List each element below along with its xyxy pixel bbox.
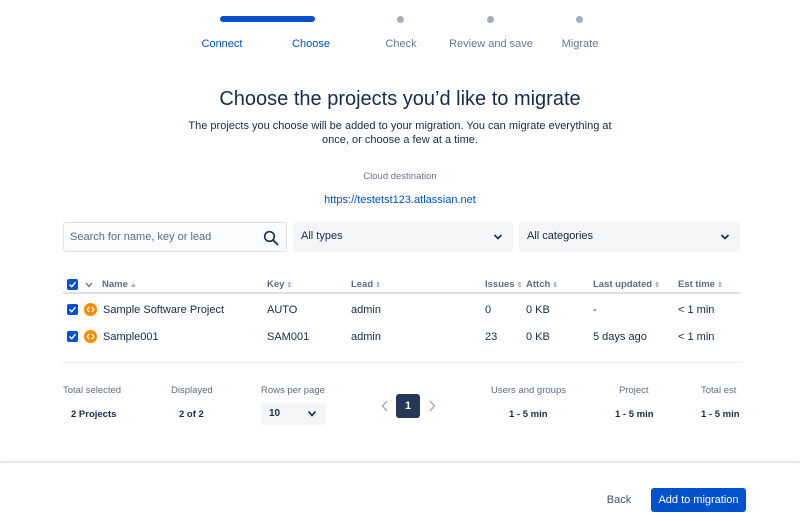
- row-checkbox[interactable]: [67, 331, 78, 342]
- column-header-issues[interactable]: Issues ⇕: [485, 279, 522, 290]
- project-avatar-icon: [84, 330, 97, 343]
- users-groups-value: 1 - 5 min: [509, 409, 548, 420]
- cloud-destination-label: Cloud destination: [363, 171, 437, 182]
- chevron-down-icon: [720, 234, 730, 240]
- chevron-down-icon: [493, 234, 503, 240]
- table-row: Sample Software Project AUTO admin 0 0 K…: [63, 296, 740, 324]
- table-row: Sample001 SAM001 admin 23 0 KB 5 days ag…: [63, 323, 740, 351]
- type-select[interactable]: All types: [293, 222, 513, 252]
- check-icon: [68, 333, 77, 340]
- step-dot-migrate: [576, 16, 583, 23]
- column-header-name[interactable]: Name ▲: [102, 279, 137, 290]
- project-key: AUTO: [267, 304, 298, 316]
- project-key: SAM001: [267, 331, 310, 343]
- step-dot-check: [397, 16, 404, 23]
- search-box[interactable]: [63, 222, 287, 252]
- chevron-left-icon[interactable]: [378, 398, 392, 414]
- search-icon[interactable]: [263, 230, 279, 246]
- step-dot-review: [487, 16, 494, 23]
- table-header: Name ▲ Key ⇕ Lead ⇕ Issues ⇕ Attch ⇕ Last upd…: [63, 276, 740, 294]
- rows-per-page-label: Rows per page: [261, 385, 325, 396]
- footer-bar: Back Add to migration: [0, 462, 800, 521]
- project-name: Sample001: [103, 331, 159, 343]
- step-review-and-save: Review and save: [449, 38, 533, 50]
- users-groups-label: Users and groups: [491, 385, 566, 396]
- total-est-label: Total est: [701, 385, 737, 396]
- page-title: Choose the projects you’d like to migrat…: [219, 88, 581, 110]
- cloud-destination-url[interactable]: https://testetst123.atlassian.net: [0, 194, 800, 206]
- category-select[interactable]: All categories: [519, 222, 740, 252]
- add-to-migration-button[interactable]: Add to migration: [651, 488, 746, 512]
- sort-icon: ⇕: [654, 282, 660, 289]
- page-button-1[interactable]: 1: [396, 394, 420, 418]
- sort-icon: ⇕: [552, 282, 559, 289]
- rows-per-page-value: 10: [269, 408, 281, 419]
- rows-per-page-select[interactable]: 10: [261, 403, 326, 425]
- select-all-checkbox[interactable]: [67, 279, 78, 290]
- project-last-updated: -: [593, 304, 597, 316]
- step-migrate: Migrate: [561, 38, 599, 50]
- type-select-value: All types: [301, 230, 343, 242]
- column-header-est-time[interactable]: Est time ⇕: [678, 279, 723, 290]
- project-lead: admin: [351, 304, 381, 316]
- category-select-value: All categories: [527, 230, 594, 242]
- project-est-time: < 1 min: [678, 304, 715, 316]
- project-est-time: < 1 min: [678, 331, 715, 343]
- check-icon: [68, 306, 77, 313]
- chevron-down-icon: [307, 410, 317, 417]
- sort-icon: ⇕: [286, 282, 293, 289]
- total-selected-label: Total selected: [63, 385, 122, 396]
- project-issues: 23: [485, 331, 498, 343]
- check-icon: [68, 281, 77, 288]
- column-header-last-updated[interactable]: Last updated ⇕: [593, 279, 660, 290]
- project-time-label: Project: [619, 385, 649, 396]
- project-last-updated: 5 days ago: [593, 331, 647, 343]
- total-est-value: 1 - 5 min: [701, 409, 740, 420]
- project-time-value: 1 - 5 min: [615, 409, 654, 420]
- displayed-label: Displayed: [171, 385, 213, 396]
- search-input[interactable]: [70, 223, 260, 251]
- total-selected-value: 2 Projects: [71, 409, 117, 420]
- project-name: Sample Software Project: [103, 304, 225, 316]
- sort-icon: ⇕: [716, 282, 723, 289]
- column-header-attch[interactable]: Attch ⇕: [526, 279, 558, 290]
- project-issues: 0: [485, 304, 492, 316]
- sort-icon: ▲: [129, 282, 137, 289]
- step-choose: Choose: [292, 38, 330, 50]
- progress-tracker: Connect Choose Check Review and save Mig…: [0, 0, 800, 60]
- back-button[interactable]: Back: [598, 488, 640, 512]
- step-connect[interactable]: Connect: [202, 38, 243, 50]
- project-attachments: 0 KB: [526, 304, 550, 316]
- chevron-down-icon[interactable]: [85, 282, 93, 288]
- table-divider: [63, 362, 740, 363]
- project-lead: admin: [351, 331, 381, 343]
- row-checkbox[interactable]: [67, 304, 78, 315]
- displayed-value: 2 of 2: [179, 409, 204, 420]
- page-subtitle: The projects you choose will be added to…: [188, 120, 612, 146]
- column-header-lead[interactable]: Lead ⇕: [351, 279, 381, 290]
- sort-icon: ⇕: [375, 282, 382, 289]
- column-header-key[interactable]: Key ⇕: [267, 279, 292, 290]
- chevron-right-icon[interactable]: [425, 398, 439, 414]
- project-avatar-icon: [84, 303, 97, 316]
- progress-bar-completed: [220, 16, 315, 22]
- project-attachments: 0 KB: [526, 331, 550, 343]
- sort-icon: ⇕: [516, 282, 523, 289]
- step-check: Check: [385, 38, 417, 50]
